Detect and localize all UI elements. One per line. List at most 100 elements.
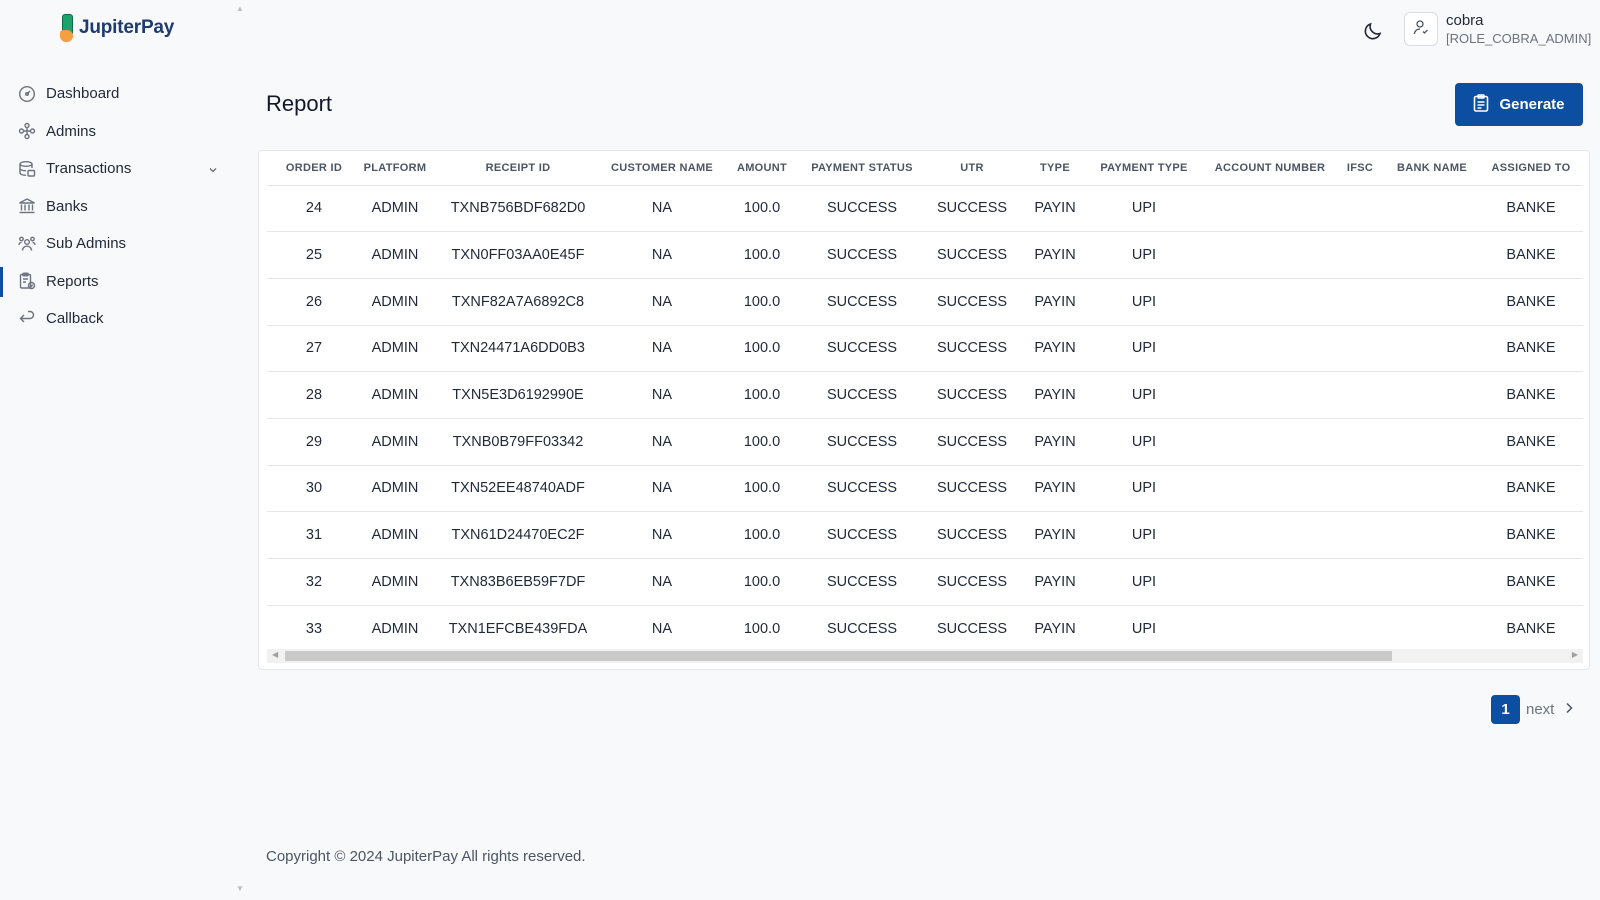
table-row[interactable]: 29 ADMIN TXNB0B79FF03342 NA 100.0 SUCCESS SUCC… — [267, 418, 1583, 466]
table-cell — [1385, 278, 1479, 326]
table-cell: TXN5E3D6192990E — [429, 371, 607, 419]
table-cell — [1205, 278, 1335, 326]
column-header: RECEIPT ID — [429, 151, 607, 186]
table-cell: SUCCESS — [807, 465, 917, 513]
table-cell: UPI — [1131, 620, 1157, 637]
dashboard-gauge-icon — [18, 85, 36, 103]
page-title: Report — [266, 91, 333, 116]
table-cell: UPI — [1083, 325, 1205, 373]
table-cell: SUCCESS — [807, 278, 917, 326]
table-cell — [1205, 558, 1335, 606]
column-header: PAYMENT TYPE — [1083, 151, 1205, 186]
table-cell — [1385, 511, 1479, 559]
sidebar-scroll-down-icon[interactable]: ▼ — [236, 884, 244, 893]
scrollbar-thumb[interactable] — [285, 651, 1392, 661]
table-cell — [1205, 231, 1335, 279]
table-cell: 30 — [267, 465, 361, 513]
horizontal-scrollbar[interactable]: ◀ ▶ — [267, 649, 1583, 663]
table-cell — [1335, 231, 1385, 279]
table-row[interactable]: 26 ADMIN TXNF82A7A6892C8 NA 100.0 SUCCESS SUCC… — [267, 278, 1583, 326]
table-cell: 100.0 — [717, 371, 807, 419]
table-cell: NA — [607, 185, 717, 233]
table-cell: 27 — [267, 325, 361, 373]
bank-icon — [18, 197, 36, 215]
table-cell: 100.0 — [717, 278, 807, 326]
table-cell: SUCCESS — [917, 231, 1027, 279]
table-cell — [1205, 418, 1335, 466]
sidebar-scroll-up-icon[interactable]: ▲ — [236, 4, 244, 13]
sidebar-item-admins[interactable]: Admins — [0, 113, 230, 151]
table-cell: PAYIN — [1027, 278, 1083, 326]
generate-button-label: Generate — [1499, 96, 1565, 113]
table-cell: 100.0 — [717, 185, 807, 233]
table-cell: ADMIN — [361, 465, 429, 513]
scroll-right-icon[interactable]: ▶ — [1572, 650, 1578, 659]
table-cell: 26 — [267, 278, 361, 326]
user-check-icon — [1412, 18, 1430, 41]
column-header: BANK NAME — [1385, 151, 1479, 186]
brand-logo[interactable]: JupiterPay — [60, 14, 174, 42]
table-row[interactable]: 31 ADMIN TXN61D24470EC2F NA 100.0 SUCCESS SUCC… — [267, 511, 1583, 559]
report-table-card: ORDER ID PLATFORM RECEIPT ID CUSTOMER NAME A… — [258, 150, 1590, 670]
sidebar-item-banks[interactable]: Banks — [0, 188, 230, 226]
next-page-link[interactable]: next — [1526, 701, 1574, 718]
table-cell — [1385, 185, 1479, 233]
table-cell: NA — [607, 371, 717, 419]
user-avatar[interactable] — [1404, 12, 1438, 46]
sidebar-item-sub-admins[interactable]: Sub Admins — [0, 225, 230, 263]
sidebar-item-reports[interactable]: Reports — [0, 263, 230, 301]
callback-return-icon — [18, 310, 36, 328]
column-header: UTR — [917, 151, 1027, 186]
table-cell: SUCCESS — [807, 418, 917, 466]
table-cell: SUCCESS — [917, 558, 1027, 606]
table-cell: BANKE — [1479, 511, 1583, 559]
table-cell — [1205, 371, 1335, 419]
table-cell — [1205, 511, 1335, 559]
table-cell: SUCCESS — [917, 278, 1027, 326]
table-cell: SUCCESS — [807, 371, 917, 419]
generate-button[interactable]: Generate — [1455, 83, 1583, 126]
table-cell — [1335, 418, 1385, 466]
table-cell: NA — [607, 325, 717, 373]
jupiterpay-logo-icon — [60, 14, 76, 42]
table-cell: UPI — [1083, 231, 1205, 279]
table-cell: SUCCESS — [917, 185, 1027, 233]
table-cell: 100.0 — [743, 620, 781, 637]
next-label: next — [1526, 701, 1555, 718]
table-cell: SUCCESS — [936, 620, 1008, 637]
table-header-row: ORDER ID PLATFORM RECEIPT ID CUSTOMER NAME A… — [267, 151, 1583, 186]
sidebar-item-dashboard[interactable]: Dashboard — [0, 75, 230, 113]
table-cell: NA — [607, 278, 717, 326]
table-row[interactable]: 27 ADMIN TXN24471A6DD0B3 NA 100.0 SUCCESS SUCC… — [267, 325, 1583, 373]
table-row[interactable]: 25 ADMIN TXN0FF03AA0E45F NA 100.0 SUCCESS SUCC… — [267, 231, 1583, 279]
sidebar-item-callback[interactable]: Callback — [0, 300, 230, 338]
table-row[interactable]: 33 ADMIN TXN1EFCBE439FDA NA 100.0 SUCCESS SUCC… — [267, 605, 1583, 652]
table-cell: ADMIN — [371, 620, 419, 637]
moon-icon[interactable] — [1362, 20, 1384, 42]
scroll-left-icon[interactable]: ◀ — [272, 650, 278, 659]
pagination: 1 next — [1491, 695, 1574, 724]
table-cell: SUCCESS — [807, 511, 917, 559]
sidebar: JupiterPay ▲ Dashboard Admins Transactio… — [0, 0, 244, 900]
sidebar-nav: Dashboard Admins Transactions Banks Sub … — [0, 75, 230, 338]
table-cell: 100.0 — [717, 558, 807, 606]
clipboard-icon — [1473, 93, 1489, 116]
table-cell: PAYIN — [1027, 418, 1083, 466]
table-row[interactable]: 24 ADMIN TXNB756BDF682D0 NA 100.0 SUCCESS SUCC… — [267, 185, 1583, 233]
table-cell: 100.0 — [717, 231, 807, 279]
table-cell: SUCCESS — [917, 418, 1027, 466]
table-row[interactable]: 32 ADMIN TXN83B6EB59F7DF NA 100.0 SUCCESS SUCC… — [267, 558, 1583, 606]
table-cell — [1385, 325, 1479, 373]
sidebar-item-transactions[interactable]: Transactions — [0, 150, 230, 188]
chevron-down-icon[interactable] — [208, 162, 218, 179]
sidebar-item-label: Sub Admins — [46, 235, 127, 253]
table-row[interactable]: 28 ADMIN TXN5E3D6192990E NA 100.0 SUCCESS SUCC… — [267, 371, 1583, 419]
table-cell: 24 — [267, 185, 361, 233]
table-cell: PAYIN — [1027, 185, 1083, 233]
table-cell: TXN61D24470EC2F — [429, 511, 607, 559]
table-row[interactable]: 30 ADMIN TXN52EE48740ADF NA 100.0 SUCCESS SUCC… — [267, 465, 1583, 513]
table-cell: 32 — [267, 558, 361, 606]
table-cell: NA — [651, 620, 673, 637]
page-button-current[interactable]: 1 — [1491, 695, 1520, 724]
table-cell: ADMIN — [361, 558, 429, 606]
